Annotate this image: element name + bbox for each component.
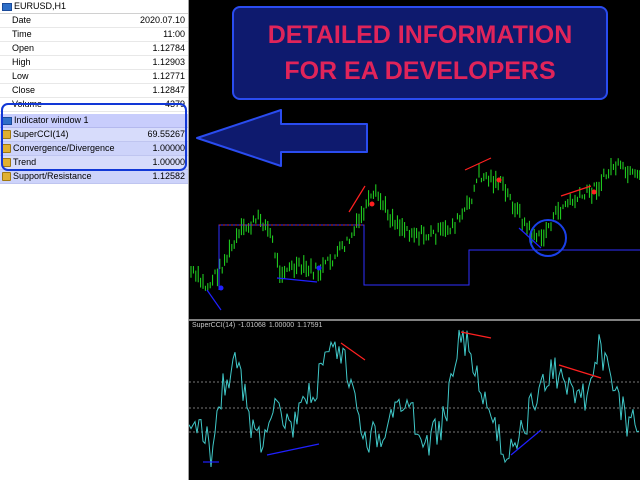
indicator-row-label-wrap: Support/Resistance [2, 170, 92, 183]
data-row-value: 1.12903 [152, 57, 185, 67]
subwindow-value-2: 1.00000 [268, 322, 295, 329]
highlight-circle [529, 219, 567, 257]
data-row-low: Low 1.12771 [0, 70, 188, 84]
ohlc-rows: Date 2020.07.10 Time 11:00 Open 1.12784 High 1.… [0, 14, 188, 112]
data-row-value: 1.12847 [152, 85, 185, 95]
subwindow-chart-area [189, 329, 640, 467]
buy-signal-dot [218, 285, 224, 291]
bull-divergence-line [266, 443, 320, 456]
data-row-label: High [12, 57, 31, 67]
indicator-row-label: Support/Resistance [13, 171, 92, 181]
data-row-label: Open [12, 43, 35, 53]
indicator-row: Support/Resistance 1.12582 [0, 170, 188, 184]
subwindow-value-1: -1.01068 [238, 322, 266, 329]
sell-signal-dot [369, 201, 375, 207]
subwindow-label: SuperCCI(14) -1.01068 1.00000 1.17591 [192, 322, 325, 329]
data-row-label: Low [12, 71, 29, 81]
indicator-row-value: 1.12582 [152, 171, 185, 181]
banner-line-1: DETAILED INFORMATION [267, 21, 573, 49]
data-row-close: Close 1.12847 [0, 84, 188, 98]
bear-divergence-line [464, 157, 492, 171]
bull-divergence-line [206, 289, 222, 311]
buy-signal-dot [316, 265, 322, 271]
main-chart-area [190, 157, 640, 311]
left-arrow-icon [196, 109, 368, 167]
sell-signal-dot [496, 177, 502, 183]
promo-banner: DETAILED INFORMATION FOR EA DEVELOPERS [232, 6, 608, 100]
sell-signal-dot [591, 189, 597, 195]
data-row-label: Date [12, 15, 32, 25]
bull-divergence-line [276, 277, 318, 283]
data-row-label: Time [12, 29, 32, 39]
cci-line [189, 329, 640, 467]
data-row-value: 1.12771 [152, 71, 185, 81]
indicator-icon [2, 172, 11, 181]
data-row-value: 2020.07.10 [139, 15, 185, 25]
chart-window-icon [2, 2, 12, 11]
indicator-highlight-box [1, 103, 187, 171]
data-window-title: EURUSD,H1 [0, 0, 188, 14]
data-row-value: 11:00 [163, 29, 185, 39]
bear-divergence-line [460, 331, 492, 339]
subwindow-value-3: 1.17591 [297, 322, 323, 329]
data-row-label: Close [12, 85, 36, 95]
banner-line-2: FOR EA DEVELOPERS [284, 57, 556, 85]
data-row-date: Date 2020.07.10 [0, 14, 188, 28]
subwindow-indicator-name: SuperCCI(14) [192, 322, 236, 329]
data-row-open: Open 1.12784 [0, 42, 188, 56]
data-row-value: 1.12784 [152, 43, 185, 53]
data-window: EURUSD,H1 Date 2020.07.10 Time 11:00 Open 1.1… [0, 0, 189, 480]
data-row-high: High 1.12903 [0, 56, 188, 70]
symbol-timeframe: EURUSD,H1 [14, 1, 67, 11]
data-row-time: Time 11:00 [0, 28, 188, 42]
bear-divergence-line [348, 185, 366, 213]
